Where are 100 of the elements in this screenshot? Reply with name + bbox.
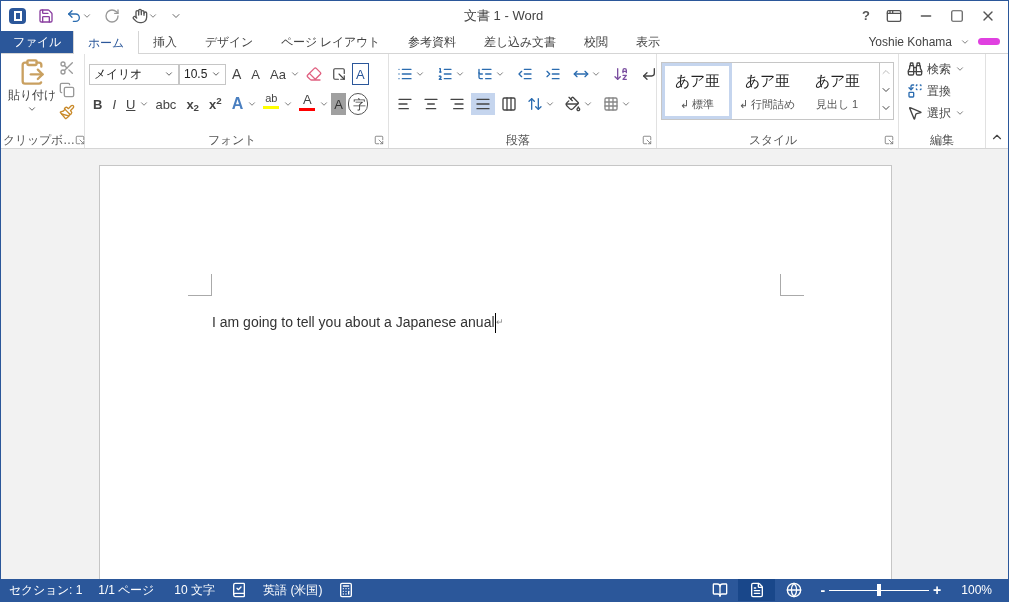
format-button[interactable]: B — [89, 93, 107, 115]
window-title: 文書 1 - Word — [464, 7, 544, 26]
align-icon — [501, 96, 517, 112]
borders-icon — [603, 96, 619, 112]
replace-button[interactable]: 置換 — [927, 82, 951, 100]
increase-indent-icon — [545, 66, 561, 82]
ribbon-display-icon[interactable] — [886, 8, 902, 24]
ribbon-tab[interactable]: 表示 — [622, 30, 675, 53]
page-icon — [748, 582, 765, 598]
enclose-characters-button[interactable]: 字 — [347, 93, 368, 115]
ribbon-tab[interactable]: 参考資料 — [394, 30, 471, 53]
redo-icon[interactable] — [104, 8, 120, 24]
sort-icon — [613, 66, 629, 82]
zoom-slider-thumb[interactable] — [877, 584, 882, 596]
dialog-launcher-icon[interactable] — [884, 134, 894, 145]
character-border-button[interactable]: A — [351, 63, 369, 85]
cut-icon[interactable] — [59, 60, 75, 76]
proofing-icon[interactable] — [231, 582, 248, 598]
clear-formatting-icon — [305, 66, 322, 82]
user-account[interactable]: Yoshie Kohama — [868, 32, 952, 51]
select-button[interactable]: 選択 — [927, 104, 951, 122]
maximize-icon[interactable] — [950, 9, 964, 23]
group-label: 編集 — [930, 131, 954, 149]
dialog-launcher-icon[interactable] — [374, 134, 384, 145]
zoom-out-button[interactable]: - — [820, 579, 826, 601]
dropdown-caret-icon[interactable] — [955, 108, 965, 118]
group-label: フォント — [207, 131, 256, 149]
text-effects-button[interactable]: A — [227, 93, 248, 115]
copy-icon[interactable] — [59, 82, 75, 98]
highlight-button[interactable]: ab — [259, 93, 284, 115]
bullets-icon — [397, 66, 413, 82]
ribbon-tab[interactable]: 校閲 — [570, 30, 623, 53]
format-button[interactable]: x$^{2}$ — [205, 93, 226, 115]
view-button[interactable] — [738, 579, 776, 601]
align-icon — [423, 96, 439, 112]
font-name-field[interactable]: メイリオ — [89, 63, 179, 85]
dropdown-caret-icon — [211, 69, 221, 79]
format-button[interactable]: U — [122, 93, 140, 115]
file-tab[interactable]: ファイル — [1, 30, 73, 53]
dropdown-caret-icon[interactable] — [955, 64, 965, 74]
format-painter-icon[interactable] — [59, 104, 75, 120]
dropdown-caret-icon[interactable] — [139, 99, 150, 109]
group-label: スタイル — [748, 131, 797, 149]
dropdown-caret-icon[interactable] — [621, 99, 631, 109]
text-cursor — [494, 312, 496, 333]
help-button[interactable]: ? — [862, 6, 870, 26]
style-item[interactable]: あア亜 見出し 1 — [802, 63, 872, 119]
font-color-button[interactable]: A — [295, 93, 320, 115]
ribbon-tab[interactable]: ホーム — [73, 30, 139, 54]
align-icon — [397, 96, 413, 112]
paragraph-mark: ↵ — [495, 315, 504, 329]
ribbon-tab[interactable]: デザイン — [191, 30, 267, 53]
replace-icon — [907, 83, 923, 99]
touch-mode-icon[interactable] — [132, 8, 148, 24]
dropdown-caret-icon[interactable] — [319, 99, 330, 109]
paste-button[interactable]: 貼り付け — [5, 58, 59, 120]
dropdown-caret-icon[interactable] — [545, 99, 555, 109]
dropdown-caret-icon — [27, 104, 37, 114]
find-button[interactable]: 検索 — [927, 60, 951, 78]
font-size-field[interactable]: 10.5 — [179, 63, 226, 85]
page-indicator[interactable]: 1/1 ページ — [98, 581, 155, 599]
margin-corner-mark — [780, 274, 804, 296]
word-count[interactable]: 10 文字 — [174, 581, 216, 599]
pointer-icon — [907, 105, 923, 121]
dialog-launcher-icon[interactable] — [75, 134, 85, 145]
ribbon-tab[interactable]: ページ レイアウト — [267, 30, 395, 53]
align-icon — [475, 96, 491, 112]
character-shading-button[interactable]: A — [331, 93, 346, 115]
ribbon-tab[interactable]: 挿入 — [139, 30, 191, 53]
show-marks-icon — [641, 66, 657, 82]
language-indicator[interactable]: 英語 (米国) — [263, 581, 323, 599]
line-spacing-icon — [527, 96, 543, 112]
dropdown-caret-icon[interactable] — [455, 69, 465, 79]
dropdown-caret-icon[interactable] — [283, 99, 294, 109]
align-button[interactable] — [471, 93, 495, 115]
undo-icon[interactable] — [66, 8, 82, 24]
dropdown-caret-icon[interactable] — [148, 11, 158, 21]
grow-font-button[interactable]: A — [228, 63, 246, 85]
dropdown-caret-icon[interactable] — [82, 11, 92, 21]
dialog-launcher-icon[interactable] — [642, 134, 652, 145]
zoom-in-button[interactable]: + — [933, 579, 942, 601]
section-indicator[interactable]: セクション: 1 — [9, 581, 83, 599]
format-button[interactable]: I — [108, 93, 120, 115]
ribbon-tab[interactable]: 差し込み文書 — [470, 30, 571, 53]
format-button[interactable]: x$_{2}$ — [182, 93, 204, 115]
dropdown-caret-icon[interactable] — [495, 69, 505, 79]
save-icon[interactable] — [38, 8, 54, 24]
dropdown-caret-icon[interactable] — [289, 69, 300, 79]
format-button[interactable]: abc — [151, 93, 181, 115]
zoom-slider[interactable] — [829, 583, 930, 597]
dropdown-caret-icon[interactable] — [583, 99, 593, 109]
dropdown-caret-icon[interactable] — [591, 69, 601, 79]
style-item[interactable]: あア亜 ↲ 行間詰め — [732, 63, 802, 119]
shrink-font-button[interactable]: A — [247, 63, 264, 85]
change-case-button[interactable]: Aa — [266, 63, 290, 85]
zoom-percentage[interactable]: 100% — [961, 581, 992, 599]
style-item[interactable]: あア亜 ↲ 標準 — [662, 63, 732, 119]
dropdown-caret-icon[interactable] — [247, 99, 258, 109]
align-icon — [449, 96, 465, 112]
dropdown-caret-icon[interactable] — [415, 69, 425, 79]
